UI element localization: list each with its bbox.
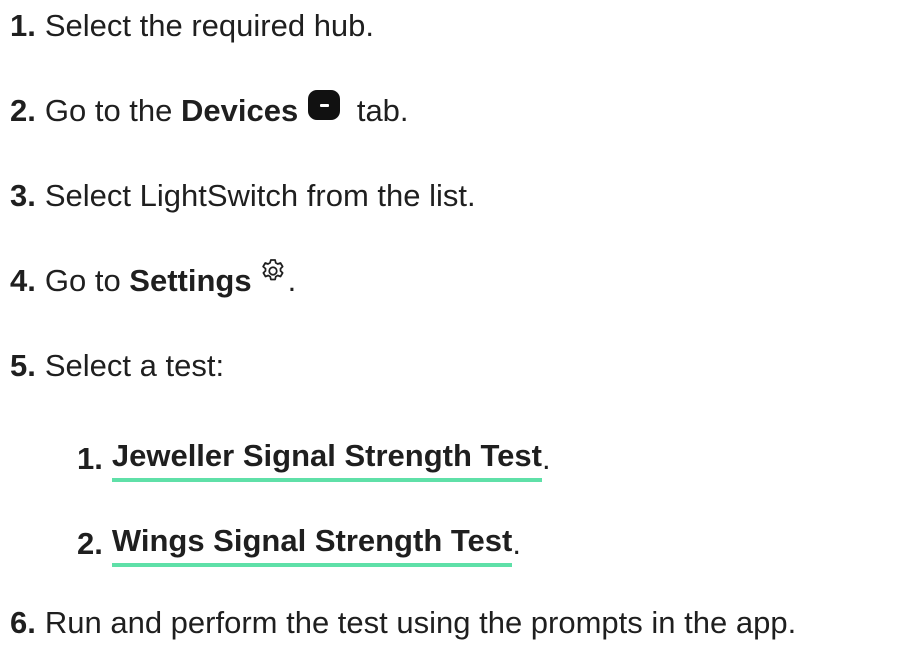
step-3: 3. Select LightSwitch from the list. — [10, 176, 476, 216]
step-number: 4. — [10, 263, 36, 298]
step-text: Select the required hub. — [44, 8, 375, 43]
step-4: 4. Go to Settings . — [10, 259, 297, 301]
step-text: Run and perform the test using the promp… — [44, 605, 797, 640]
step-1: 1. Select the required hub. — [10, 6, 374, 46]
substep-2: 2. Wings Signal Strength Test . — [77, 521, 521, 567]
step-6: 6. Run and perform the test using the pr… — [10, 603, 796, 643]
substep-number: 2. — [77, 526, 103, 561]
jeweller-test-link[interactable]: Jeweller Signal Strength Test — [111, 436, 542, 482]
substep-number: 1. — [77, 441, 103, 476]
step-number: 6. — [10, 605, 36, 640]
step-number: 1. — [10, 8, 36, 43]
step-text-prefix: Go to the — [44, 93, 181, 128]
step-text: Select a test: — [44, 348, 225, 383]
step-text: Select LightSwitch from the list. — [44, 178, 476, 213]
step-2: 2. Go to the Devices tab. — [10, 90, 409, 131]
settings-label: Settings — [129, 263, 252, 298]
devices-tab-icon — [308, 90, 341, 120]
step-number: 5. — [10, 348, 36, 383]
step-text-prefix: Go to — [44, 263, 130, 298]
devices-label: Devices — [181, 93, 299, 128]
step-5: 5. Select a test: — [10, 346, 224, 386]
step-number: 3. — [10, 178, 36, 213]
wings-test-link[interactable]: Wings Signal Strength Test — [111, 521, 513, 567]
gear-icon — [261, 259, 284, 281]
substep-period: . — [541, 441, 551, 476]
substep-period: . — [512, 526, 521, 561]
step-text-suffix: . — [287, 263, 297, 298]
step-number: 2. — [10, 93, 36, 128]
step-text-suffix: tab. — [348, 93, 409, 128]
substep-1: 1. Jeweller Signal Strength Test . — [77, 436, 551, 482]
